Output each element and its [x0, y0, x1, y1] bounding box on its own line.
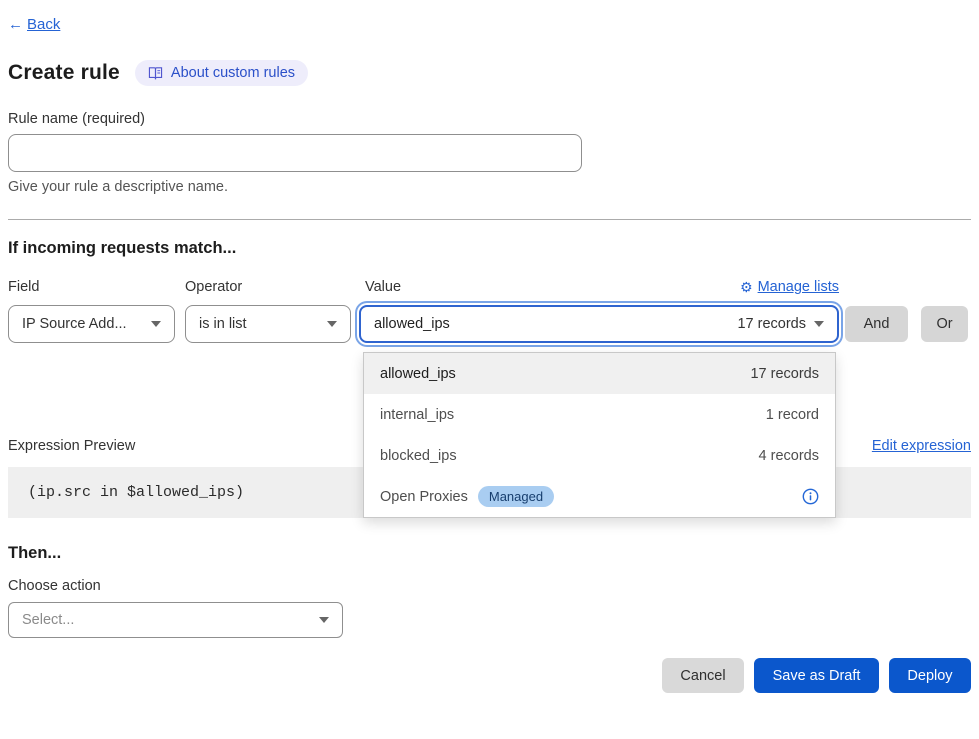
list-name: allowed_ips	[380, 366, 456, 382]
list-name: Open Proxies	[380, 489, 468, 505]
list-record-count: 1 record	[766, 407, 819, 423]
field-select-value: IP Source Add...	[22, 316, 127, 332]
caret-down-icon	[151, 321, 161, 327]
rule-name-input[interactable]	[8, 134, 582, 172]
page-title: Create rule	[8, 61, 120, 85]
expression-preview-label: Expression Preview	[8, 438, 135, 454]
list-record-count: 4 records	[759, 448, 819, 464]
list-item-blocked-ips[interactable]: blocked_ips 4 records	[364, 435, 835, 476]
caret-down-icon	[319, 617, 329, 623]
list-item-open-proxies[interactable]: Open Proxies Managed	[364, 476, 835, 517]
caret-down-icon	[814, 321, 824, 327]
about-custom-rules-link[interactable]: About custom rules	[135, 60, 308, 86]
operator-label: Operator	[185, 279, 359, 295]
list-record-count: 17 records	[750, 366, 819, 382]
field-select[interactable]: IP Source Add...	[8, 305, 175, 343]
expression-code: (ip.src in $allowed_ips)	[28, 484, 244, 501]
about-badge-label: About custom rules	[171, 65, 295, 81]
or-button[interactable]: Or	[921, 306, 968, 342]
list-name: internal_ips	[380, 407, 454, 423]
gear-icon: ⚙	[740, 280, 753, 294]
match-section-heading: If incoming requests match...	[8, 239, 971, 258]
field-label: Field	[8, 279, 185, 295]
section-divider	[8, 219, 971, 220]
back-link-label: Back	[27, 16, 60, 33]
caret-down-icon	[327, 321, 337, 327]
and-button[interactable]: And	[845, 306, 908, 342]
cancel-button[interactable]: Cancel	[662, 658, 744, 693]
create-rule-page: ← Back Create rule About custom rules Ru…	[0, 0, 979, 739]
value-records-count: 17 records	[737, 316, 806, 332]
manage-lists-label: Manage lists	[758, 279, 839, 295]
value-combobox[interactable]: allowed_ips 17 records	[359, 305, 839, 343]
action-select[interactable]: Select...	[8, 602, 343, 638]
managed-badge: Managed	[478, 486, 554, 507]
deploy-button[interactable]: Deploy	[889, 658, 971, 693]
edit-expression-link[interactable]: Edit expression	[872, 438, 971, 454]
value-label: Value	[365, 279, 401, 295]
save-as-draft-button[interactable]: Save as Draft	[754, 658, 879, 693]
operator-select[interactable]: is in list	[185, 305, 351, 343]
rule-name-label: Rule name (required)	[8, 111, 971, 127]
then-section-heading: Then...	[8, 544, 971, 563]
book-icon	[148, 66, 163, 80]
rule-name-help: Give your rule a descriptive name.	[8, 179, 971, 195]
value-combobox-text: allowed_ips	[374, 316, 450, 332]
back-arrow-icon: ←	[8, 16, 23, 33]
manage-lists-link[interactable]: ⚙ Manage lists	[740, 279, 839, 295]
action-select-placeholder: Select...	[22, 612, 74, 628]
lists-dropdown: allowed_ips 17 records internal_ips 1 re…	[363, 352, 836, 518]
choose-action-label: Choose action	[8, 578, 971, 594]
list-item-internal-ips[interactable]: internal_ips 1 record	[364, 394, 835, 435]
list-name: blocked_ips	[380, 448, 457, 464]
info-icon[interactable]	[802, 488, 819, 505]
back-link[interactable]: ← Back	[8, 16, 60, 33]
list-item-allowed-ips[interactable]: allowed_ips 17 records	[364, 353, 835, 394]
operator-select-value: is in list	[199, 316, 247, 332]
